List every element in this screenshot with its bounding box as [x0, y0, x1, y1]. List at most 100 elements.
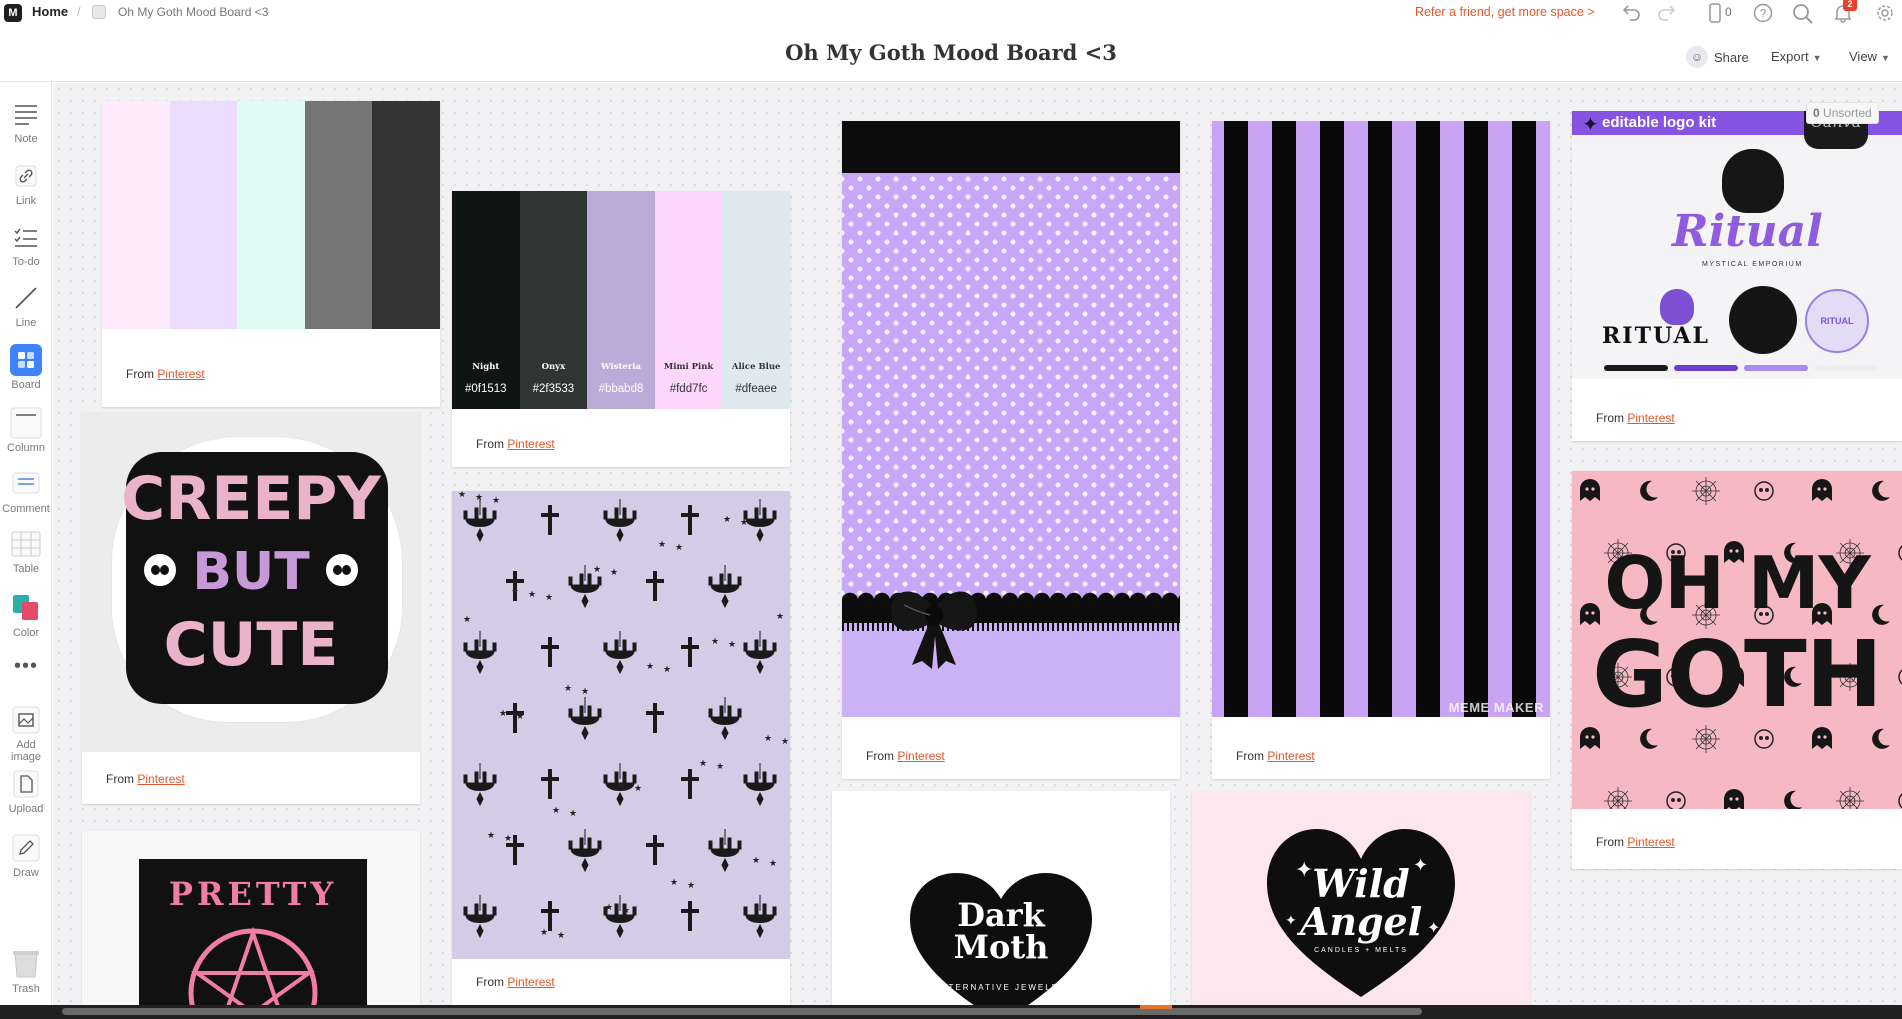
trash-icon	[10, 948, 42, 980]
pinterest-link[interactable]: Pinterest	[1627, 835, 1674, 849]
swatch-onyx: Onyx #2f3533	[519, 191, 588, 409]
image-card-logo-kit[interactable]: editable logo kit ✦ Canva Ritual MYSTICA…	[1572, 111, 1902, 441]
tool-table[interactable]: Table	[0, 528, 52, 575]
image-card-palette-1[interactable]: From Pinterest	[102, 101, 440, 407]
tool-draw[interactable]: Draw	[0, 832, 52, 879]
export-label: Export	[1771, 49, 1809, 64]
image-card-pretty[interactable]: PRETTY	[82, 831, 420, 1005]
svg-text:★: ★	[675, 543, 683, 553]
image-card-chandelier-pattern[interactable]: ★ ★ ★ ★ ★ ★ ★ ★ ★ ★ ★ ★ ★ ★ ★ ★ ★ ★ ★ ★ ★ ★ ★ ★ ★ ★ ★ ★ ★ ★ ★ ★ ★ ★ ★ ★ ★ ★ ★ ★…	[452, 491, 790, 1005]
color-bar	[1604, 365, 1668, 371]
swatch-name: Night	[472, 362, 500, 372]
caption-prefix: From	[476, 437, 504, 451]
breadcrumb-board[interactable]: Oh My Goth Mood Board <3	[118, 5, 268, 19]
svg-text:★: ★	[634, 784, 642, 794]
wild-angel-logo: ✦ ✦ ✦ ✦ Wild Angel CANDLES + MELTS	[1192, 791, 1530, 1005]
breadcrumb-home[interactable]: Home	[32, 4, 68, 19]
caption-prefix: From	[1596, 411, 1624, 425]
purple-skull-icon	[1660, 289, 1694, 325]
tool-more[interactable]: •••	[0, 650, 52, 682]
tool-upload[interactable]: Upload	[0, 768, 52, 815]
view-menu[interactable]: View ▼	[1849, 49, 1890, 64]
search-icon[interactable]	[1792, 3, 1814, 24]
device-icon[interactable]	[1704, 3, 1726, 23]
tool-trash[interactable]: Trash	[0, 948, 52, 995]
table-icon	[10, 528, 42, 560]
undo-icon[interactable]	[1621, 3, 1643, 23]
svg-text:★: ★	[463, 615, 471, 625]
tool-column[interactable]: Column	[0, 407, 52, 454]
ritual-block-logo: RITUAL	[1602, 323, 1710, 349]
tool-label: Comment	[2, 503, 50, 515]
color-bar	[1744, 365, 1808, 371]
lace-polka-dot-wallpaper	[842, 121, 1180, 717]
goth-text: GOTH	[1592, 621, 1882, 728]
milanote-logo-icon[interactable]: M	[4, 4, 22, 22]
image-card-dark-moth[interactable]: Dark Moth ALTERNATIVE JEWELRY	[832, 791, 1170, 1005]
tool-line[interactable]: Line	[0, 282, 52, 329]
export-menu[interactable]: Export ▼	[1771, 49, 1822, 64]
svg-text:★: ★	[540, 928, 548, 938]
help-icon[interactable]: ?	[1752, 3, 1774, 23]
tool-link[interactable]: Link	[0, 160, 52, 207]
board-icon	[10, 344, 42, 376]
scrollbar-thumb[interactable]	[62, 1008, 1422, 1015]
swatch-name: Onyx	[541, 362, 566, 372]
svg-text:★: ★	[487, 831, 495, 841]
notification-badge: 2	[1843, 0, 1857, 11]
bow-icon	[891, 591, 977, 669]
image-card-creepy-but-cute[interactable]: CREEPY BUT CUTE From Pinterest	[82, 412, 420, 804]
creepy-but-cute-sticker: CREEPY BUT CUTE	[82, 412, 420, 752]
left-toolbar: Note Link To-do Line Board Column Commen…	[0, 82, 52, 1019]
color-bar	[1814, 365, 1878, 371]
board-canvas[interactable]: From Pinterest Night #0f1513 Onyx #2f353…	[53, 83, 1902, 1005]
pinterest-link[interactable]: Pinterest	[507, 975, 554, 989]
pinterest-link[interactable]: Pinterest	[507, 437, 554, 451]
view-label: View	[1849, 49, 1877, 64]
tool-color[interactable]: Color	[0, 592, 52, 639]
caption-prefix: From	[1596, 835, 1624, 849]
pinterest-link[interactable]: Pinterest	[137, 772, 184, 786]
pinterest-link[interactable]: Pinterest	[897, 749, 944, 763]
gear-icon[interactable]	[1874, 3, 1896, 23]
redo-icon[interactable]	[1655, 3, 1677, 23]
image-card-lace-polka[interactable]: From Pinterest	[842, 121, 1180, 779]
tool-label: Draw	[13, 867, 39, 879]
tool-comment[interactable]: Comment	[0, 468, 52, 515]
svg-text:★: ★	[716, 762, 724, 772]
heart-subtitle: ALTERNATIVE JEWELRY	[935, 983, 1067, 992]
unsorted-counter[interactable]: 0 Unsorted	[1806, 102, 1879, 124]
pinterest-link[interactable]: Pinterest	[1267, 749, 1314, 763]
oh-my-goth-pattern: OH MY GOTH	[1572, 471, 1902, 809]
pinterest-link[interactable]: Pinterest	[1627, 411, 1674, 425]
horizontal-scrollbar[interactable]	[0, 1005, 1902, 1019]
svg-text:★: ★	[622, 906, 630, 916]
swatch	[169, 101, 238, 329]
watermark-text: MEME MAKER	[1448, 700, 1544, 715]
tool-todo[interactable]: To-do	[0, 221, 52, 268]
svg-text:★: ★	[545, 593, 553, 603]
share-label: Share	[1714, 49, 1749, 65]
page-title[interactable]: Oh My Goth Mood Board <3	[0, 40, 1902, 65]
tool-board[interactable]: Board	[0, 344, 52, 391]
monogram-circle	[1729, 286, 1797, 354]
image-icon	[10, 704, 42, 736]
swatch	[304, 101, 373, 329]
breadcrumb-separator: /	[77, 4, 81, 19]
image-card-wild-angel[interactable]: ✦ ✦ ✦ ✦ Wild Angel CANDLES + MELTS	[1192, 791, 1530, 1005]
card-caption: From Pinterest	[126, 367, 205, 381]
pinterest-link[interactable]: Pinterest	[157, 367, 204, 381]
share-button[interactable]: ☺ Share	[1686, 46, 1749, 68]
image-card-palette-2[interactable]: Night #0f1513 Onyx #2f3533 Wisteria #bba…	[452, 191, 790, 467]
card-caption: From Pinterest	[106, 772, 185, 786]
heart-title-line: Wild	[1312, 861, 1410, 906]
tool-add-image[interactable]: Add image	[0, 704, 52, 763]
top-bar: M Home / Oh My Goth Mood Board <3 Oh My …	[0, 0, 1902, 82]
swatch-hex: #dfeaee	[735, 383, 777, 395]
svg-text:★: ★	[740, 518, 748, 528]
tool-note[interactable]: Note	[0, 98, 52, 145]
image-card-stripes[interactable]: MEME MAKER From Pinterest	[1212, 121, 1550, 779]
svg-text:★: ★	[511, 587, 519, 597]
image-card-oh-my-goth[interactable]: OH MY GOTH From Pinterest	[1572, 471, 1902, 869]
refer-friend-link[interactable]: Refer a friend, get more space >	[1415, 5, 1595, 19]
